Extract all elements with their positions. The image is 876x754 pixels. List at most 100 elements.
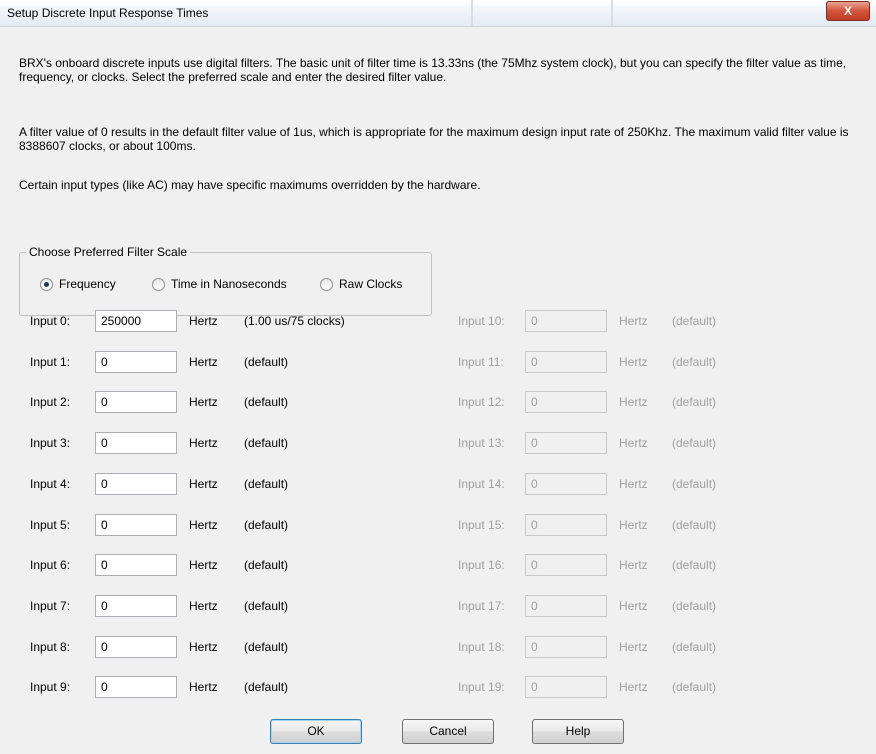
filter-note: (default) [244, 477, 289, 491]
filter-note: (default) [244, 640, 289, 654]
filter-value-field[interactable]: 0 [95, 636, 177, 658]
filter-note: (default) [672, 558, 717, 572]
unit-label: Hertz [189, 518, 218, 532]
unit-label: Hertz [189, 640, 218, 654]
input-label: Input 6: [30, 558, 71, 572]
filter-note: (1.00 us/75 clocks) [244, 314, 345, 328]
input-label: Input 17: [458, 599, 505, 613]
filter-value-field-disabled: 0 [525, 636, 607, 658]
unit-label: Hertz [189, 355, 218, 369]
input-label: Input 8: [30, 640, 71, 654]
filter-note: (default) [672, 355, 717, 369]
filter-note: (default) [672, 314, 717, 328]
radio-unselected-icon [152, 277, 165, 291]
filter-value-field[interactable]: 0 [95, 473, 177, 495]
input-label: Input 9: [30, 680, 71, 694]
input-label: Input 11: [458, 355, 504, 369]
input-label: Input 14: [458, 477, 505, 491]
radio-time-ns-label: Time in Nanoseconds [171, 277, 287, 291]
filter-note: (default) [672, 436, 717, 450]
title-bar-streak [471, 0, 473, 26]
input-label: Input 16: [458, 558, 505, 572]
unit-label: Hertz [189, 395, 218, 409]
unit-label: Hertz [619, 436, 648, 450]
unit-label: Hertz [619, 355, 648, 369]
unit-label: Hertz [619, 640, 648, 654]
filter-value-field-disabled: 0 [525, 514, 607, 536]
unit-label: Hertz [619, 558, 648, 572]
input-label: Input 0: [30, 314, 71, 328]
filter-note: (default) [244, 355, 289, 369]
filter-value-field[interactable]: 250000 [95, 310, 177, 332]
radio-raw-clocks[interactable]: Raw Clocks [320, 277, 402, 291]
unit-label: Hertz [619, 518, 648, 532]
filter-note: (default) [672, 599, 717, 613]
dialog-client: BRX's onboard discrete inputs use digita… [0, 27, 868, 754]
default-paragraph: A filter value of 0 results in the defau… [19, 125, 849, 153]
filter-note: (default) [672, 395, 717, 409]
filter-note: (default) [672, 640, 717, 654]
input-label: Input 13: [458, 436, 505, 450]
filter-value-field-disabled: 0 [525, 391, 607, 413]
radio-frequency[interactable]: Frequency [40, 277, 116, 291]
unit-label: Hertz [189, 599, 218, 613]
filter-value-field-disabled: 0 [525, 310, 607, 332]
unit-label: Hertz [189, 558, 218, 572]
filter-value-field[interactable]: 0 [95, 432, 177, 454]
radio-raw-clocks-label: Raw Clocks [339, 277, 403, 291]
input-label: Input 5: [30, 518, 71, 532]
radio-frequency-label: Frequency [59, 277, 116, 291]
filter-value-field-disabled: 0 [525, 676, 607, 698]
filter-value-field[interactable]: 0 [95, 595, 177, 617]
input-label: Input 10: [458, 314, 505, 328]
filter-note: (default) [244, 599, 289, 613]
filter-note: (default) [244, 680, 289, 694]
help-button[interactable]: Help [532, 719, 624, 744]
unit-label: Hertz [619, 314, 648, 328]
input-label: Input 18: [458, 640, 505, 654]
filter-note: (default) [244, 436, 289, 450]
title-bar[interactable]: Setup Discrete Input Response Times X [0, 0, 876, 27]
unit-label: Hertz [619, 477, 648, 491]
unit-label: Hertz [189, 436, 218, 450]
input-label: Input 7: [30, 599, 71, 613]
filter-value-field[interactable]: 0 [95, 554, 177, 576]
filter-note: (default) [244, 558, 289, 572]
filter-value-field[interactable]: 0 [95, 391, 177, 413]
close-button[interactable]: X [826, 1, 870, 21]
close-icon: X [843, 4, 852, 18]
input-label: Input 12: [458, 395, 505, 409]
filter-note: (default) [672, 477, 717, 491]
radio-unselected-icon [320, 277, 333, 291]
unit-label: Hertz [619, 395, 648, 409]
filter-note: (default) [672, 518, 717, 532]
filter-note: (default) [672, 680, 717, 694]
filter-note: (default) [244, 395, 289, 409]
unit-label: Hertz [619, 599, 648, 613]
filter-value-field[interactable]: 0 [95, 351, 177, 373]
input-label: Input 15: [458, 518, 505, 532]
unit-label: Hertz [189, 477, 218, 491]
ok-button[interactable]: OK [270, 719, 362, 744]
filter-scale-legend: Choose Preferred Filter Scale [26, 245, 191, 259]
unit-label: Hertz [189, 314, 218, 328]
filter-value-field-disabled: 0 [525, 554, 607, 576]
unit-label: Hertz [619, 680, 648, 694]
input-label: Input 19: [458, 680, 505, 694]
input-label: Input 1: [30, 355, 71, 369]
cancel-button[interactable]: Cancel [402, 719, 494, 744]
input-label: Input 3: [30, 436, 71, 450]
filter-value-field[interactable]: 0 [95, 514, 177, 536]
filter-value-field-disabled: 0 [525, 351, 607, 373]
radio-time-ns[interactable]: Time in Nanoseconds [152, 277, 287, 291]
filter-value-field-disabled: 0 [525, 595, 607, 617]
input-label: Input 2: [30, 395, 71, 409]
hardware-note: Certain input types (like AC) may have s… [19, 178, 481, 192]
input-label: Input 4: [30, 477, 71, 491]
window-title: Setup Discrete Input Response Times [7, 6, 209, 20]
filter-value-field-disabled: 0 [525, 432, 607, 454]
unit-label: Hertz [189, 680, 218, 694]
filter-note: (default) [244, 518, 289, 532]
filter-value-field[interactable]: 0 [95, 676, 177, 698]
filter-value-field-disabled: 0 [525, 473, 607, 495]
